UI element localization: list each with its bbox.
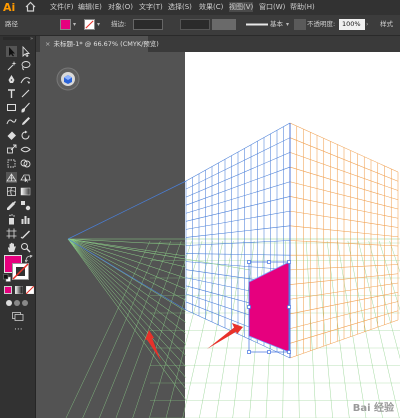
mesh-icon[interactable] [6, 186, 17, 197]
perspective-grid-icon[interactable] [6, 172, 17, 183]
chevron-right-icon[interactable]: › [366, 21, 368, 29]
more-tools-icon[interactable]: ··· [14, 326, 23, 335]
stroke-weight-field[interactable] [133, 19, 163, 30]
menu-type[interactable]: 文字(T) [139, 2, 163, 12]
default-colors-icon[interactable] [3, 274, 11, 282]
chevron-down-icon[interactable]: ▾ [73, 21, 76, 29]
ground-grid-line [182, 240, 224, 418]
eraser-icon[interactable] [6, 130, 17, 141]
symbol-sprayer-icon[interactable] [6, 214, 17, 225]
style-label: 样式 [380, 20, 393, 28]
artboard-icon[interactable] [6, 228, 17, 239]
ground-grid-line [347, 240, 383, 418]
app-logo: Ai [3, 1, 16, 14]
menu-select[interactable]: 选择(S) [168, 2, 192, 12]
slice-icon[interactable] [20, 228, 31, 239]
type-tool-icon[interactable] [6, 88, 17, 99]
ground-grid-line [306, 240, 317, 418]
gradient-mode-icon[interactable] [15, 286, 23, 294]
lasso-icon[interactable] [20, 60, 31, 71]
menu-bar: Ai 文件(F) 编辑(E) 对象(O) 文字(T) 选择(S) 效果(C) 视… [0, 0, 400, 15]
ground-grid-line [67, 238, 187, 345]
ground-grid-line [67, 238, 187, 290]
zoom-icon[interactable] [20, 242, 31, 253]
menu-edit[interactable]: 编辑(E) [78, 2, 102, 12]
rectangle-tool-icon[interactable] [6, 102, 17, 113]
control-bar: 路径 ▾ ▾ 描边: 基本 ▾ 不透明度: 100% › 样式 [0, 15, 400, 36]
shaper-icon[interactable] [6, 116, 17, 127]
direct-selection-tool-icon[interactable] [20, 46, 31, 57]
stroke-line-preview [246, 23, 268, 26]
tools-panel: » ··· [0, 36, 36, 418]
ground-grid-line [67, 238, 187, 323]
ground-grid-line [67, 238, 187, 379]
stroke-swatch-icon[interactable] [12, 263, 29, 280]
perspective-selection-icon[interactable] [20, 172, 31, 183]
hand-icon[interactable] [6, 242, 17, 253]
menu-object[interactable]: 对象(O) [108, 2, 133, 12]
ground-grid-line [67, 238, 187, 367]
vanishing-ray [67, 180, 187, 240]
menu-window[interactable]: 窗口(W) [259, 2, 285, 12]
swap-colors-icon[interactable] [25, 255, 33, 263]
free-transform-icon[interactable] [6, 158, 17, 169]
pencil-icon[interactable] [20, 116, 31, 127]
stroke-style-value: 基本 [270, 20, 283, 28]
magenta-plane-shape[interactable] [248, 261, 290, 353]
variable-width-profile[interactable] [180, 19, 210, 30]
shape-builder-icon[interactable] [20, 158, 31, 169]
vanishing-ray [67, 238, 187, 311]
home-icon[interactable] [25, 1, 36, 12]
magic-wand-icon[interactable] [6, 60, 17, 71]
width-tool-icon[interactable] [20, 144, 31, 155]
chevron-down-icon[interactable]: ▾ [286, 21, 289, 29]
selection-tool-icon[interactable] [6, 46, 17, 57]
color-mode-icon[interactable] [4, 286, 12, 294]
document-tab-strip: × 未标题-1* @ 66.67% (CMYK/预览) [36, 36, 400, 52]
close-icon[interactable]: × [45, 40, 50, 48]
perspective-grid-artwork[interactable] [36, 52, 400, 418]
graph-icon[interactable] [20, 214, 31, 225]
stroke-none-swatch[interactable] [84, 19, 95, 30]
opacity-field[interactable]: 100% [339, 19, 365, 30]
document-tab[interactable]: × 未标题-1* @ 66.67% (CMYK/预览) [40, 36, 159, 52]
menu-help[interactable]: 帮助(H) [290, 2, 315, 12]
ground-grid-line [132, 240, 192, 418]
paintbrush-icon[interactable] [20, 102, 31, 113]
ground-grid-line [378, 240, 400, 311]
opacity-label: 不透明度: [307, 20, 336, 28]
svg-text:»: » [30, 36, 33, 42]
ground-grid-line [149, 240, 203, 418]
watermark: Bai 经验 [352, 403, 394, 414]
draw-mode-icon[interactable] [5, 299, 29, 307]
fill-color-swatch[interactable] [60, 19, 71, 30]
scale-icon[interactable] [6, 144, 17, 155]
none-mode-icon[interactable] [26, 286, 34, 294]
line-tool-icon[interactable] [20, 88, 31, 99]
rotate-icon[interactable] [20, 130, 31, 141]
pen-tool-icon[interactable] [6, 74, 17, 85]
menu-file[interactable]: 文件(F) [50, 2, 74, 12]
object-type-label: 路径 [5, 20, 18, 28]
plane-switching-widget-icon[interactable] [56, 67, 80, 91]
curvature-icon[interactable] [20, 74, 31, 85]
canvas-area[interactable]: Bai 经验 [36, 52, 400, 418]
ground-grid-line [67, 238, 187, 390]
blend-icon[interactable] [20, 200, 31, 211]
screen-mode-icon[interactable] [12, 312, 24, 321]
document-title: 未标题-1* @ 66.67% (CMYK/预览) [53, 40, 159, 48]
brush-definition[interactable] [212, 19, 236, 30]
menu-view[interactable]: 视图(V) [229, 2, 254, 12]
ground-grid-line [67, 238, 187, 356]
eyedropper-icon[interactable] [6, 200, 17, 211]
ground-grid-line [67, 238, 187, 301]
menu-effect[interactable]: 效果(C) [199, 2, 223, 12]
gradient-icon[interactable] [20, 186, 31, 197]
ground-grid-line [67, 238, 187, 279]
ground-grid-line [295, 240, 300, 418]
chevron-down-icon[interactable]: ▾ [97, 21, 100, 29]
stroke-label: 描边: [111, 20, 127, 28]
graphic-style-swatch[interactable] [294, 19, 306, 30]
